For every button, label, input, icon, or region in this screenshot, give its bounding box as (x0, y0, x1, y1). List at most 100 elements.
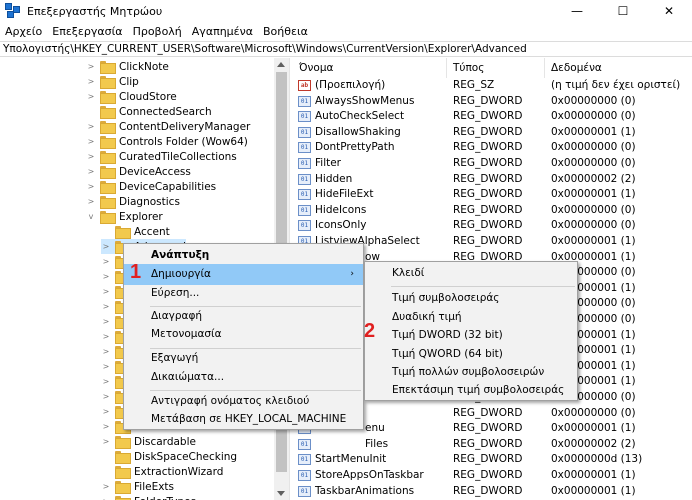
value-row[interactable]: 01 TaskbarAnimations REG_DWORD 0x00000001 (… (293, 484, 692, 500)
value-name: IconsOnly (315, 219, 367, 232)
chevron-right-icon[interactable]: > (101, 272, 111, 281)
scroll-up-icon[interactable] (277, 62, 285, 67)
chevron-right-icon[interactable]: > (101, 422, 111, 431)
tree-item[interactable]: > Diagnostics (86, 194, 180, 209)
value-row[interactable]: 01 StartMenuInit REG_DWORD 0x0000000d (13) (293, 452, 692, 468)
chevron-right-icon[interactable]: > (86, 182, 96, 191)
tree-item[interactable]: > ContentDeliveryManager (86, 119, 250, 134)
value-row[interactable]: 01 DontPrettyPath REG_DWORD 0x00000000 (0) (293, 140, 692, 156)
tree-item[interactable]: > CloudStore (86, 89, 177, 104)
menu-new-label: Δημιουργία (151, 268, 211, 280)
tree-item[interactable]: > DeviceCapabilities (86, 179, 216, 194)
tree-item[interactable]: > Discardable (101, 434, 196, 449)
tree-item-label: CloudStore (119, 90, 177, 103)
tree-item-label: ConnectedSearch (119, 105, 212, 118)
folder-icon (115, 451, 131, 464)
value-name: DisallowShaking (315, 125, 401, 138)
tree-item[interactable]: > DeviceAccess (86, 164, 191, 179)
menu-goto-hklm[interactable]: Μετάβαση σε HKEY_LOCAL_MACHINE (124, 409, 363, 430)
value-type: REG_DWORD (453, 141, 523, 154)
chevron-down-icon[interactable]: v (86, 212, 96, 221)
tree-item-label: Accent (134, 225, 170, 238)
value-row[interactable]: 01 REG_DWORD 0x00000002 (2) (293, 437, 692, 453)
column-data[interactable]: Δεδομένα (545, 58, 692, 78)
menu-find[interactable]: Εύρεση... (124, 283, 363, 304)
tree-item[interactable]: Accent (101, 224, 170, 239)
chevron-right-icon[interactable]: > (101, 257, 111, 266)
tree-item[interactable]: DiskSpaceChecking (101, 449, 237, 464)
menu-export[interactable]: Εξαγωγή (124, 348, 363, 369)
tree-item[interactable]: ConnectedSearch (86, 104, 212, 119)
chevron-right-icon[interactable]: > (86, 122, 96, 131)
binary-value-icon: 01 (298, 173, 311, 185)
value-name: AutoCheckSelect (315, 110, 405, 123)
title-bar: Επεξεργαστής Μητρώου — ☐ ✕ (0, 0, 692, 22)
chevron-right-icon[interactable]: > (101, 437, 111, 446)
tree-item[interactable]: v Explorer (86, 209, 163, 224)
submenu-expandable-string-value[interactable]: Επεκτάσιμη τιμή συμβολοσειράς (365, 380, 577, 401)
chevron-right-icon[interactable]: > (101, 287, 111, 296)
chevron-right-icon[interactable]: > (101, 377, 111, 386)
tree-item-label: Controls Folder (Wow64) (119, 135, 248, 148)
tree-item[interactable]: >FolderTypes (101, 494, 196, 500)
chevron-right-icon[interactable]: > (86, 92, 96, 101)
chevron-right-icon[interactable]: > (86, 197, 96, 206)
tree-item[interactable]: > FileExts (101, 479, 174, 494)
submenu-key[interactable]: Κλειδί (365, 263, 577, 284)
chevron-right-icon[interactable]: > (86, 62, 96, 71)
tree-item-label: Discardable (134, 435, 196, 448)
menu-help[interactable]: Βοήθεια (258, 25, 313, 38)
value-row[interactable]: 01 HideFileExt REG_DWORD 0x00000001 (1) (293, 187, 692, 203)
value-row[interactable]: 01 AutoCheckSelect REG_DWORD 0x00000000 (0) (293, 109, 692, 125)
chevron-right-icon[interactable]: > (86, 167, 96, 176)
value-row[interactable]: 01 IconsOnly REG_DWORD 0x00000000 (0) (293, 218, 692, 234)
chevron-right-icon[interactable]: > (86, 152, 96, 161)
tree-item[interactable]: > CuratedTileCollections (86, 149, 237, 164)
chevron-right-icon[interactable]: > (101, 302, 111, 311)
menu-bar: Αρχείο Επεξεργασία Προβολή Αγαπημένα Βοή… (0, 22, 692, 41)
address-bar[interactable]: Υπολογιστής\HKEY_CURRENT_USER\Software\M… (0, 41, 692, 57)
menu-permissions[interactable]: Δικαιώματα... (124, 367, 363, 388)
value-row[interactable]: 01 AlwaysShowMenus REG_DWORD 0x00000000 (0) (293, 94, 692, 110)
chevron-right-icon[interactable]: > (101, 362, 111, 371)
value-row[interactable]: 01 DisallowShaking REG_DWORD 0x00000001 (1) (293, 125, 692, 141)
chevron-right-icon[interactable]: > (101, 347, 111, 356)
chevron-right-icon[interactable]: > (86, 77, 96, 86)
chevron-right-icon[interactable]: > (101, 332, 111, 341)
menu-expand[interactable]: Ανάπτυξη (124, 245, 363, 266)
folder-icon (100, 136, 116, 149)
value-row[interactable]: 01 StoreAppsOnTaskbar REG_DWORD 0x00000001 … (293, 468, 692, 484)
value-type: REG_DWORD (453, 110, 523, 123)
chevron-right-icon[interactable]: > (101, 407, 111, 416)
chevron-right-icon[interactable]: > (86, 137, 96, 146)
menu-edit[interactable]: Επεξεργασία (47, 25, 127, 38)
menu-rename[interactable]: Μετονομασία (124, 324, 363, 345)
menu-favorites[interactable]: Αγαπημένα (187, 25, 258, 38)
menu-view[interactable]: Προβολή (128, 25, 187, 38)
tree-item-label: DiskSpaceChecking (134, 450, 238, 463)
menu-file[interactable]: Αρχείο (0, 25, 47, 38)
value-row[interactable]: ab (Προεπιλογή) REG_SZ (η τιμή δεν έχει ορι… (293, 78, 692, 94)
folder-icon (115, 496, 131, 500)
submenu-string-value[interactable]: Τιμή συμβολοσειράς (365, 288, 577, 309)
scroll-down-icon[interactable] (277, 491, 285, 496)
column-type[interactable]: Τύπος (447, 58, 545, 78)
submenu-dword-value[interactable]: Τιμή DWORD (32 bit) (365, 325, 577, 346)
minimize-button[interactable]: — (554, 0, 600, 22)
menu-new[interactable]: Δημιουργία › (124, 264, 363, 285)
tree-item[interactable]: ExtractionWizard (101, 464, 223, 479)
chevron-right-icon[interactable]: > (101, 482, 111, 491)
tree-item[interactable]: > ClickNote (86, 59, 169, 74)
close-button[interactable]: ✕ (646, 0, 692, 22)
value-row[interactable]: 01 Filter REG_DWORD 0x00000000 (0) (293, 156, 692, 172)
tree-item[interactable]: > Controls Folder (Wow64) (86, 134, 248, 149)
chevron-right-icon[interactable]: > (101, 317, 111, 326)
maximize-button[interactable]: ☐ (600, 0, 646, 22)
chevron-right-icon[interactable]: > (101, 242, 111, 251)
value-row[interactable]: 01 HideIcons REG_DWORD 0x00000000 (0) (293, 203, 692, 219)
tree-item[interactable]: > Clip (86, 74, 139, 89)
binary-value-icon: 01 (298, 111, 311, 123)
column-name[interactable]: Όνομα (293, 58, 447, 78)
value-row[interactable]: 01 Hidden REG_DWORD 0x00000002 (2) (293, 172, 692, 188)
chevron-right-icon[interactable]: > (101, 392, 111, 401)
